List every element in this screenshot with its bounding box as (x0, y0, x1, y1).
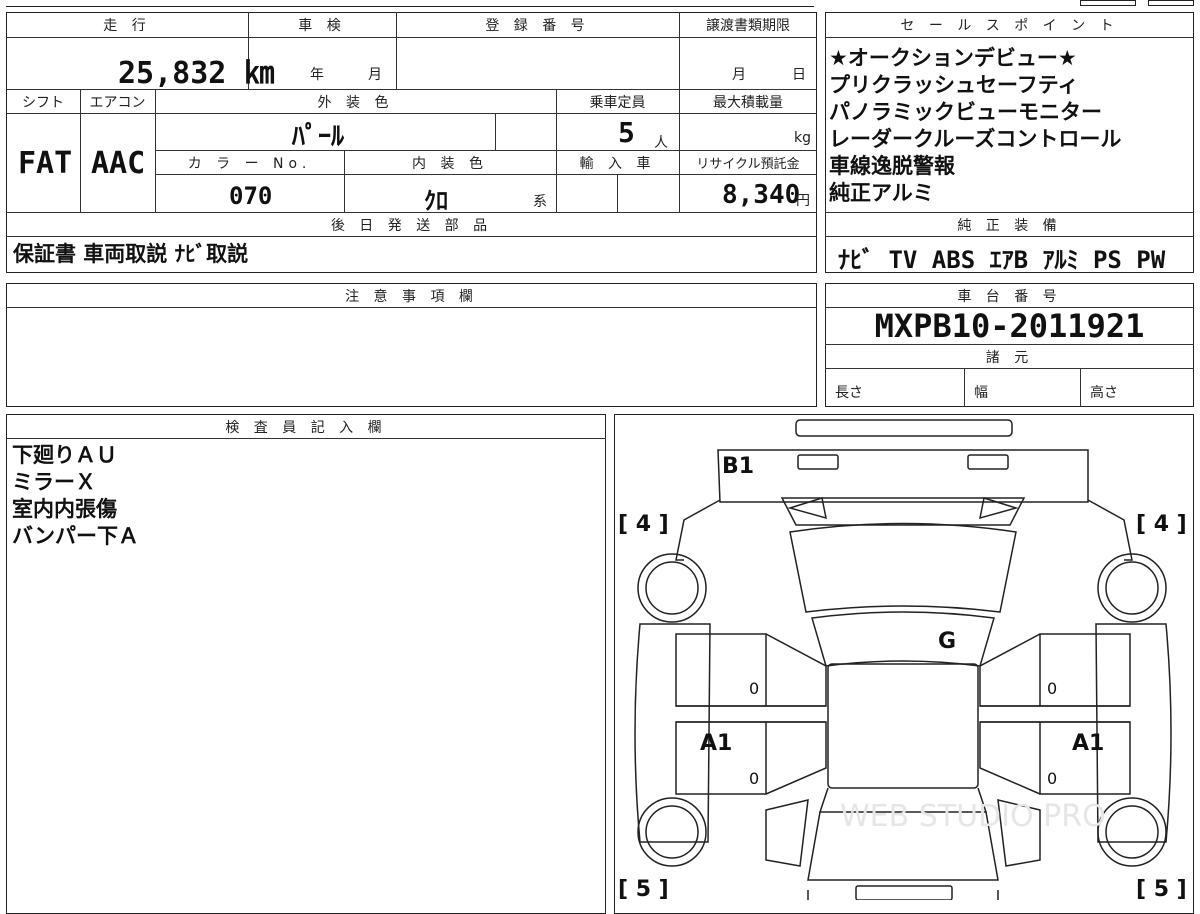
equipment-label: 純 正 装 備 (957, 218, 1062, 234)
wheel-rear-left (637, 797, 707, 867)
spec-length: 長さ (835, 385, 863, 401)
max-load-unit: kg (794, 130, 811, 146)
tire-front-right: [ 4 ] (1136, 512, 1187, 537)
inspector-panel (6, 414, 606, 914)
capacity-unit: 人 (654, 135, 668, 151)
specs-label: 諸 元 (985, 350, 1034, 366)
later-parts-label: 後 日 発 送 部 品 (330, 218, 493, 234)
recycle-value: 8,340 (722, 180, 801, 210)
inspection-year: 年 (310, 67, 324, 83)
shift-label: シフト (22, 95, 64, 111)
tire-rear-left: [ 5 ] (618, 877, 669, 900)
sales-point-item: プリクラッシュセーフティ (829, 73, 1079, 97)
wheel-front-left (637, 553, 707, 623)
front-bumper (795, 419, 1013, 437)
exterior-color-label: 外 装 色 (317, 95, 394, 111)
notes-label: 注 意 事 項 欄 (345, 289, 478, 305)
mark-zero: 0 (749, 769, 759, 788)
transfer-deadline-label: 譲渡書類期限 (706, 18, 790, 34)
color-no-label: カ ラ ー No. (187, 156, 312, 172)
sales-points-label: セ ー ル ス ポ イ ン ト (900, 18, 1119, 34)
capacity-value: 5 (618, 116, 635, 149)
sales-point-item: ★オークションデビュー★ (829, 46, 1077, 70)
interior-color-suffix: 系 (533, 194, 547, 210)
mileage-label: 走 行 (103, 18, 151, 34)
later-parts-value: 保証書 車両取説 ﾅﾋﾞ取説 (13, 242, 249, 266)
chassis-label: 車 台 番 号 (957, 289, 1062, 305)
mark-b1: B1 (722, 454, 754, 479)
mark-g: G (938, 629, 956, 654)
exterior-color-value: ﾊﾟｰﾙ (292, 122, 345, 152)
equipment-value: ﾅﾋﾞ TV ABS ｴｱB ｱﾙﾐ PS PW (838, 246, 1166, 274)
tire-front-left: [ 4 ] (618, 512, 669, 537)
front-hood (717, 449, 1089, 503)
tire-rear-right: [ 5 ] (1136, 877, 1187, 900)
wheel-front-right (1097, 553, 1167, 623)
inspector-label: 検 査 員 記 入 欄 (225, 420, 387, 436)
deadline-month: 月 (732, 67, 746, 83)
windshield (789, 522, 1017, 613)
inspector-note: ミラーＸ (12, 470, 96, 494)
headlight-right (967, 454, 1009, 470)
top-strip-line (6, 6, 814, 7)
mileage-value: 25,832 ㎞ (118, 56, 275, 91)
inspection-label: 車 検 (298, 18, 346, 34)
watermark: WEB STUDIO PRO (840, 799, 1106, 834)
mark-a1-left: A1 (700, 731, 732, 756)
inspector-note: 室内内張傷 (12, 497, 117, 521)
aircon-label: エアコン (89, 95, 146, 111)
shift-value: FAT (18, 146, 73, 181)
aircon-value: AAC (91, 146, 146, 181)
wheel-rear-right (1097, 797, 1167, 867)
deadline-day: 日 (792, 67, 806, 83)
inspector-note: 下廻りＡＵ (12, 443, 117, 467)
import-label: 輸 入 車 (579, 156, 656, 172)
mark-zero: 0 (1047, 679, 1057, 698)
mark-zero: 0 (749, 679, 759, 698)
color-no-value: 070 (229, 182, 273, 210)
max-load-label: 最大積載量 (713, 95, 783, 111)
sales-point-item: 車線逸脱警報 (829, 154, 955, 178)
top-strip-box (1148, 0, 1194, 6)
top-strip-box (1080, 0, 1136, 6)
spec-height: 高さ (1090, 385, 1118, 401)
interior-color-label: 内 装 色 (412, 156, 488, 172)
interior-color-value: ｸﾛ (424, 187, 448, 215)
sales-point-item: パノラミックビューモニター (829, 100, 1102, 124)
car-diagram: WEB STUDIO PRO B1 G A1 A1 0 0 0 0 [ 4 ] … (618, 419, 1187, 900)
inspection-month: 月 (368, 67, 382, 83)
headlight-left (797, 454, 839, 470)
capacity-label: 乗車定員 (589, 95, 646, 111)
roof (827, 663, 979, 789)
inspector-note: バンパー下Ａ (12, 524, 140, 548)
mark-a1-right: A1 (1072, 731, 1104, 756)
spec-width: 幅 (974, 385, 988, 401)
mark-zero: 0 (1047, 769, 1057, 788)
roof-front (811, 611, 995, 667)
recycle-unit: 円 (796, 193, 810, 209)
sales-point-item: 純正アルミ (829, 181, 934, 205)
sales-point-item: レーダークルーズコントロール (829, 127, 1122, 151)
registration-label: 登 録 番 号 (485, 18, 590, 34)
recycle-label: リサイクル預託金 (696, 157, 800, 172)
chassis-number: MXPB10-2011921 (874, 307, 1145, 345)
rear-bumper (855, 885, 953, 900)
